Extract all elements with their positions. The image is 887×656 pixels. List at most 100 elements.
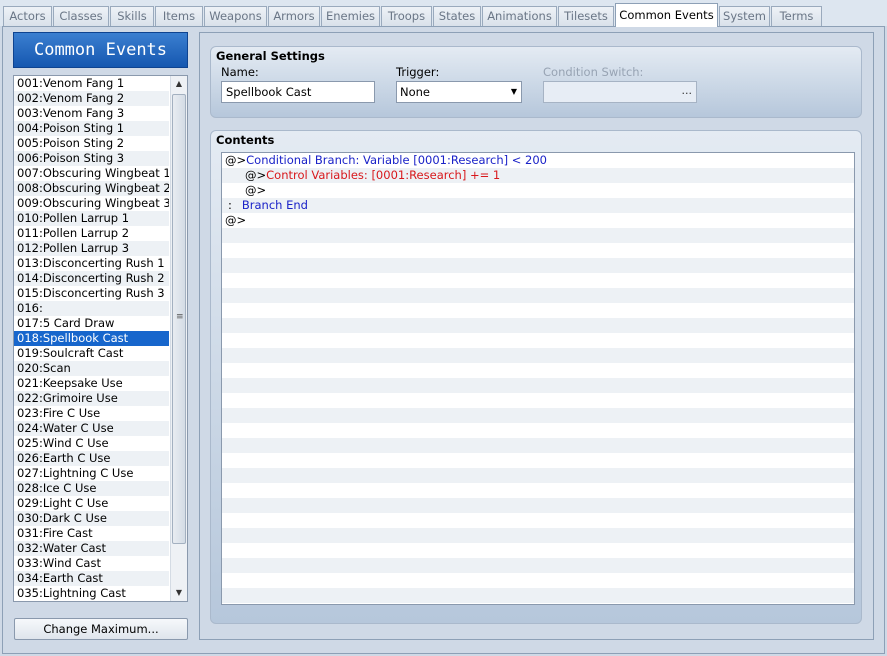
contents-group: Contents @>Conditional Branch: Variable … [210, 130, 862, 624]
command-line[interactable] [222, 228, 854, 243]
tab-troops[interactable]: Troops [381, 6, 432, 26]
tab-items[interactable]: Items [155, 6, 203, 26]
tab-skills[interactable]: Skills [110, 6, 154, 26]
tab-terms[interactable]: Terms [771, 6, 822, 26]
list-item[interactable]: 032:Water Cast [14, 541, 169, 556]
list-item[interactable]: 007:Obscuring Wingbeat 1 [14, 166, 169, 181]
list-item[interactable]: 003:Venom Fang 3 [14, 106, 169, 121]
list-scrollbar[interactable]: ▲ ≡ ▼ [170, 76, 187, 601]
command-line[interactable] [222, 408, 854, 423]
command-line[interactable] [222, 318, 854, 333]
command-line[interactable] [222, 423, 854, 438]
list-item[interactable]: 008:Obscuring Wingbeat 2 [14, 181, 169, 196]
command-line[interactable] [222, 348, 854, 363]
change-maximum-button[interactable]: Change Maximum... [14, 618, 188, 640]
list-item[interactable]: 019:Soulcraft Cast [14, 346, 169, 361]
list-item[interactable]: 016: [14, 301, 169, 316]
list-item[interactable]: 031:Fire Cast [14, 526, 169, 541]
tab-states[interactable]: States [433, 6, 481, 26]
common-events-list[interactable]: 001:Venom Fang 1 002:Venom Fang 2 003:Veno… [13, 75, 188, 602]
list-item[interactable]: 034:Earth Cast [14, 571, 169, 586]
trigger-select[interactable]: None ▼ [396, 81, 522, 103]
list-item[interactable]: 026:Earth C Use [14, 451, 169, 466]
list-item[interactable]: 029:Light C Use [14, 496, 169, 511]
command-prefix: @> [245, 183, 267, 197]
list-item[interactable]: 013:Disconcerting Rush 1 [14, 256, 169, 271]
command-line[interactable] [222, 438, 854, 453]
command-prefix: @> [225, 153, 247, 167]
scroll-thumb[interactable]: ≡ [172, 94, 186, 544]
tab-common-events[interactable]: Common Events [615, 3, 718, 27]
list-item[interactable]: 014:Disconcerting Rush 2 [14, 271, 169, 286]
command-line[interactable] [222, 543, 854, 558]
tab-tilesets[interactable]: Tilesets [558, 6, 614, 26]
command-line[interactable] [222, 378, 854, 393]
command-line[interactable]: @> [222, 183, 854, 198]
list-item[interactable]: 020:Scan [14, 361, 169, 376]
command-line[interactable] [222, 468, 854, 483]
condition-switch-field: ... [543, 81, 697, 103]
list-item[interactable]: 012:Pollen Larrup 3 [14, 241, 169, 256]
command-line[interactable]: @>Control Variables: [0001:Research] += … [222, 168, 854, 183]
command-prefix: @> [245, 168, 267, 182]
list-item[interactable]: 035:Lightning Cast [14, 586, 169, 601]
list-item[interactable]: 011:Pollen Larrup 2 [14, 226, 169, 241]
list-item[interactable]: 017:5 Card Draw [14, 316, 169, 331]
command-line[interactable] [222, 333, 854, 348]
command-line[interactable] [222, 393, 854, 408]
command-line[interactable] [222, 513, 854, 528]
tab-armors[interactable]: Armors [268, 6, 320, 26]
list-item[interactable]: 024:Water C Use [14, 421, 169, 436]
list-item[interactable]: 025:Wind C Use [14, 436, 169, 451]
command-line[interactable] [222, 573, 854, 588]
trigger-label: Trigger: [396, 65, 440, 79]
command-line[interactable] [222, 528, 854, 543]
list-item[interactable]: 021:Keepsake Use [14, 376, 169, 391]
command-line[interactable] [222, 453, 854, 468]
list-item[interactable]: 022:Grimoire Use [14, 391, 169, 406]
scroll-down-icon[interactable]: ▼ [171, 585, 187, 601]
scroll-up-icon[interactable]: ▲ [171, 76, 187, 92]
list-item[interactable]: 033:Wind Cast [14, 556, 169, 571]
general-settings-group: General Settings Name: Spellbook Cast Tr… [210, 46, 862, 118]
tab-animations[interactable]: Animations [482, 6, 557, 26]
list-item[interactable]: 006:Poison Sting 3 [14, 151, 169, 166]
command-line[interactable] [222, 288, 854, 303]
event-command-list[interactable]: @>Conditional Branch: Variable [0001:Res… [221, 152, 855, 605]
list-item[interactable]: 030:Dark C Use [14, 511, 169, 526]
command-line[interactable] [222, 273, 854, 288]
list-item[interactable]: 009:Obscuring Wingbeat 3 [14, 196, 169, 211]
tab-enemies[interactable]: Enemies [321, 6, 380, 26]
list-item[interactable]: 027:Lightning C Use [14, 466, 169, 481]
command-line[interactable] [222, 483, 854, 498]
grip-icon: ≡ [176, 312, 184, 322]
tab-bar: Actors Classes Skills Items Weapons Armors Ene… [0, 0, 887, 27]
command-line[interactable]: @>Conditional Branch: Variable [0001:Res… [222, 153, 854, 168]
list-item[interactable]: 002:Venom Fang 2 [14, 91, 169, 106]
command-line[interactable] [222, 588, 854, 603]
command-line[interactable] [222, 363, 854, 378]
common-events-title: Common Events [13, 32, 188, 68]
command-line[interactable] [222, 558, 854, 573]
command-line[interactable] [222, 303, 854, 318]
name-input[interactable]: Spellbook Cast [221, 81, 375, 103]
command-line[interactable] [222, 498, 854, 513]
command-line[interactable]: @> [222, 213, 854, 228]
list-item[interactable]: 010:Pollen Larrup 1 [14, 211, 169, 226]
tab-classes[interactable]: Classes [53, 6, 109, 26]
command-text: Conditional Branch: Variable [0001:Resea… [246, 153, 547, 167]
list-item[interactable]: 015:Disconcerting Rush 3 [14, 286, 169, 301]
command-line[interactable]: : Branch End [222, 198, 854, 213]
list-item[interactable]: 023:Fire C Use [14, 406, 169, 421]
list-item[interactable]: 004:Poison Sting 1 [14, 121, 169, 136]
tab-weapons[interactable]: Weapons [204, 6, 267, 26]
tab-actors[interactable]: Actors [3, 6, 52, 26]
list-item[interactable]: 005:Poison Sting 2 [14, 136, 169, 151]
command-line[interactable] [222, 258, 854, 273]
list-item[interactable]: 018:Spellbook Cast [14, 331, 169, 346]
command-line[interactable] [222, 243, 854, 258]
trigger-value: None [400, 85, 431, 99]
list-item[interactable]: 001:Venom Fang 1 [14, 76, 169, 91]
list-item[interactable]: 028:Ice C Use [14, 481, 169, 496]
tab-system[interactable]: System [719, 6, 770, 26]
